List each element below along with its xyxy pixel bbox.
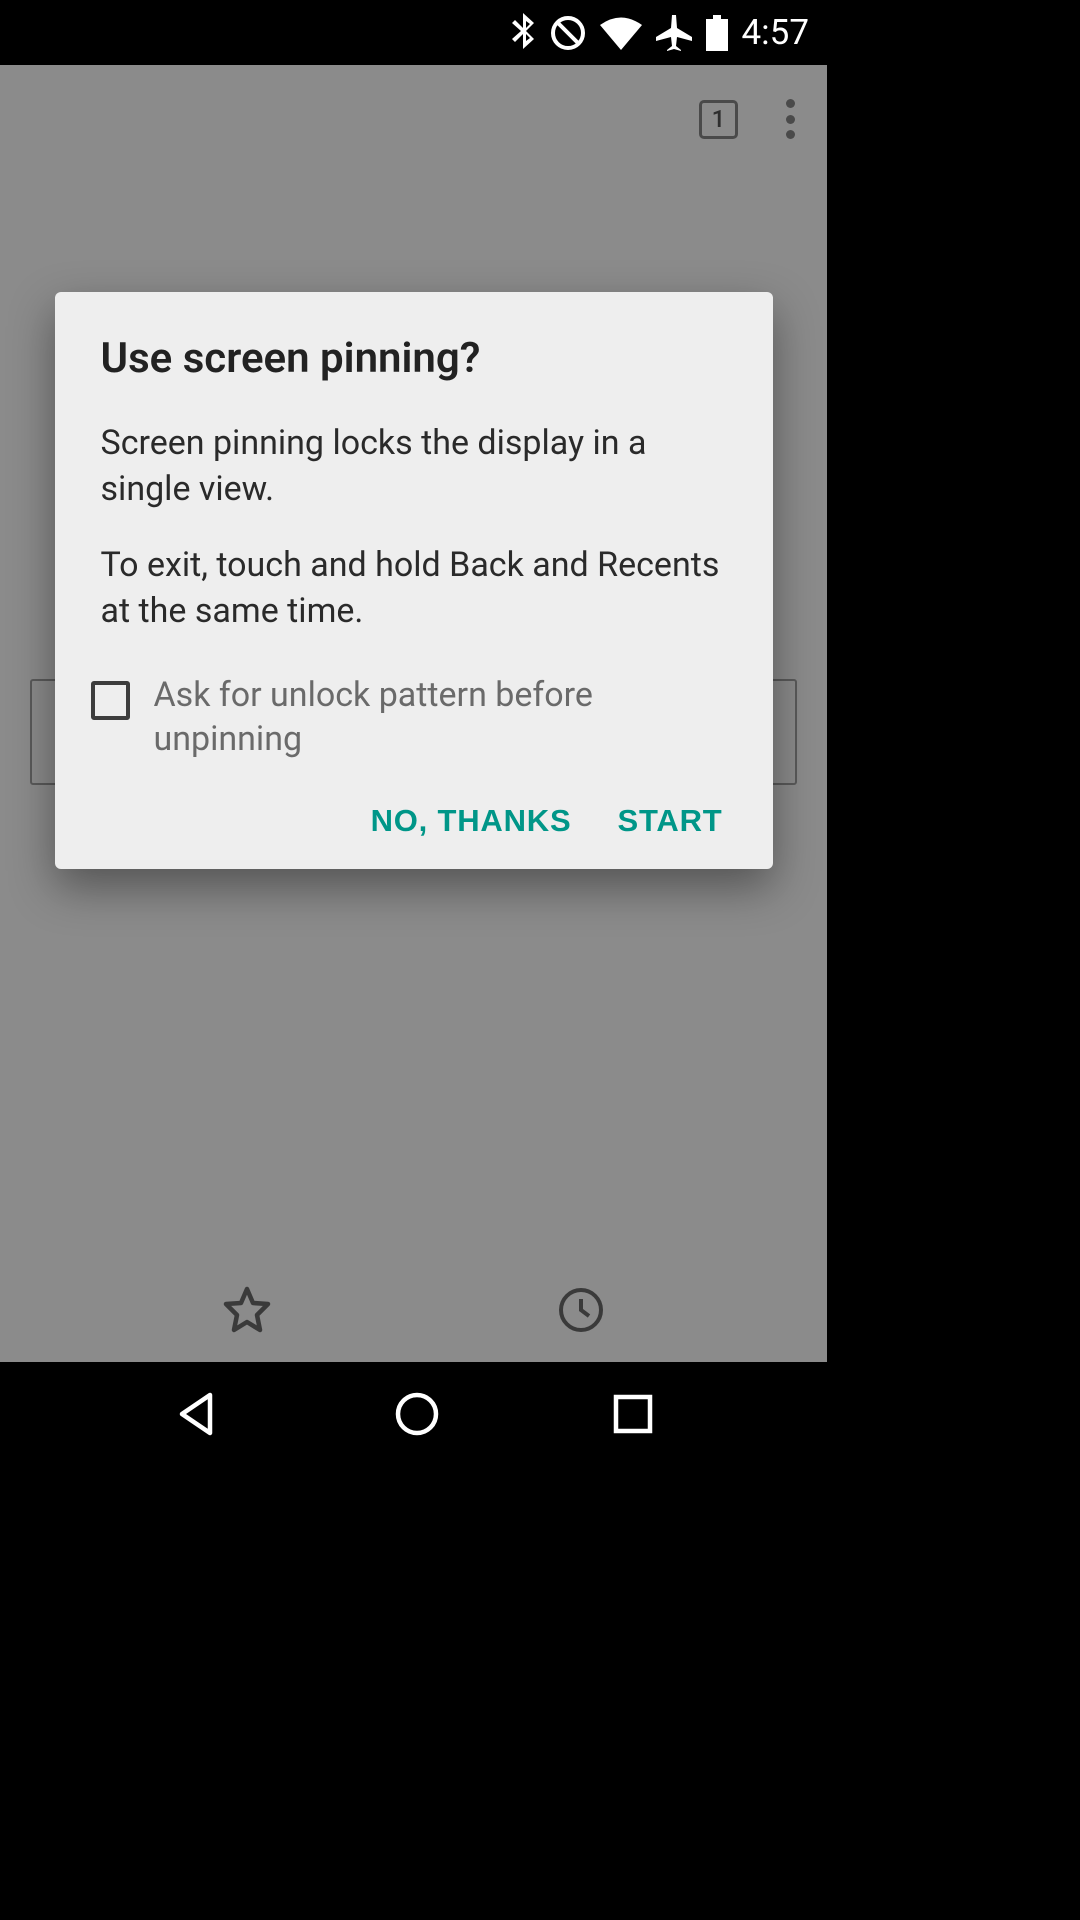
- start-button[interactable]: START: [617, 803, 722, 839]
- dialog-actions: NO, THANKS START: [101, 803, 727, 839]
- recents-button[interactable]: [613, 1394, 653, 1438]
- checkbox-icon: [91, 681, 130, 720]
- checkbox-label: Ask for unlock pattern before unpinning: [154, 673, 727, 761]
- unlock-pattern-checkbox[interactable]: Ask for unlock pattern before unpinning: [91, 673, 727, 761]
- dialog-scrim: Use screen pinning? Screen pinning locks…: [0, 65, 827, 1362]
- airplane-icon: [656, 15, 692, 51]
- do-not-disturb-icon: [550, 15, 586, 51]
- home-button[interactable]: [394, 1391, 440, 1441]
- dialog-title: Use screen pinning?: [101, 334, 727, 383]
- screen-pinning-dialog: Use screen pinning? Screen pinning locks…: [55, 292, 773, 869]
- dialog-body-1: Screen pinning locks the display in a si…: [101, 421, 727, 513]
- navigation-bar: [0, 1362, 827, 1470]
- dialog-body: Screen pinning locks the display in a si…: [101, 421, 727, 635]
- wifi-icon: [600, 16, 642, 50]
- battery-icon: [706, 15, 728, 51]
- status-bar: 4:57: [0, 0, 827, 65]
- back-button[interactable]: [174, 1391, 220, 1441]
- dialog-body-2: To exit, touch and hold Back and Recents…: [101, 543, 727, 635]
- no-thanks-button[interactable]: NO, THANKS: [371, 803, 572, 839]
- bluetooth-icon: [512, 13, 536, 53]
- clock-text: 4:57: [742, 12, 810, 53]
